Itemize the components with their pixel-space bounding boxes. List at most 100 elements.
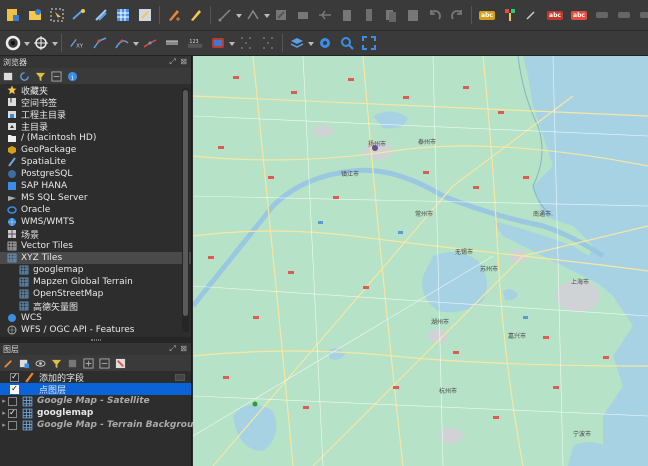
layer-row[interactable]: ✓ 添加的字段 [0, 371, 191, 384]
style-manager-icon[interactable] [2, 357, 15, 370]
georef-dropdown[interactable] [24, 34, 30, 52]
browser-item[interactable]: Mapzen Global Terrain [0, 276, 191, 288]
browser-item[interactable]: PostgreSQL [0, 168, 191, 180]
browser-item[interactable]: MS SQL Server [0, 192, 191, 204]
browser-scrollbar-thumb[interactable] [183, 90, 188, 316]
crosshair-icon[interactable] [32, 34, 50, 52]
copy-icon[interactable] [382, 6, 400, 24]
collapse-all-icon[interactable] [50, 70, 63, 83]
label-rotate-icon[interactable] [593, 6, 611, 24]
browser-item[interactable]: 工程主目录 [0, 108, 191, 121]
deselect-icon[interactable] [136, 6, 154, 24]
add-group-icon[interactable] [18, 357, 31, 370]
layer-row[interactable]: ▸ ✓ googlemap [0, 407, 191, 419]
layer-row[interactable]: ▸ Google Map - Terrain Background [0, 419, 206, 431]
layer-visibility-checkbox[interactable]: ✓ [8, 408, 17, 418]
delete-icon[interactable] [338, 6, 356, 24]
zoom-selection-icon[interactable] [92, 6, 110, 24]
fullscreen-icon[interactable] [360, 34, 378, 52]
browser-item[interactable]: OpenStreetMap [0, 288, 191, 300]
expand-arrow-icon[interactable]: ▸ [0, 395, 8, 407]
visibility-eye-icon[interactable] [34, 357, 47, 370]
info-icon[interactable]: i [66, 70, 79, 83]
curve-dropdown[interactable] [133, 34, 139, 52]
crosshair-dropdown[interactable] [52, 34, 58, 52]
label-pin-icon[interactable] [501, 6, 519, 24]
layer-row[interactable]: ▸ Google Map - Satellite [0, 395, 191, 407]
browser-item[interactable]: 主目录 [0, 120, 191, 133]
gear-icon[interactable] [316, 34, 334, 52]
grid-disabled-2-icon[interactable] [259, 34, 277, 52]
rotate-icon[interactable] [141, 34, 159, 52]
label-move-icon[interactable] [637, 6, 648, 24]
pan-to-selection-icon[interactable] [70, 6, 88, 24]
browser-item[interactable]: WFS / OGC API - Features [0, 324, 191, 336]
browser-item[interactable]: / (Macintosh HD) [0, 132, 191, 144]
filter-icon[interactable] [34, 70, 47, 83]
undo-icon[interactable] [426, 6, 444, 24]
node-tool-icon[interactable] [294, 6, 312, 24]
browser-item[interactable]: Vector Tiles [0, 240, 191, 252]
line-digitize-icon[interactable] [91, 34, 109, 52]
layers-dropdown[interactable] [308, 34, 314, 52]
browser-item[interactable]: Oracle [0, 204, 191, 216]
add-layer-icon[interactable] [2, 70, 15, 83]
move-feature-icon[interactable] [272, 6, 290, 24]
expand-arrow-icon[interactable] [0, 383, 8, 395]
map-canvas[interactable]: 泰州市 镇江市 常州市 无锡市 苏州市 上海市 南通市 湖州市 嘉兴市 杭州市 … [193, 56, 648, 466]
pencil-edit-icon[interactable] [187, 6, 205, 24]
vertex-dropdown[interactable] [264, 6, 270, 24]
point-feature-marker[interactable] [252, 401, 258, 407]
browser-item[interactable]: SAP HANA [0, 180, 191, 192]
browser-item[interactable]: WCS [0, 312, 191, 324]
redo-icon[interactable] [448, 6, 466, 24]
cut-icon[interactable] [360, 6, 378, 24]
toggle-edit-icon[interactable] [165, 6, 183, 24]
georef-icon[interactable] [4, 34, 22, 52]
layer-visibility-checkbox[interactable] [8, 396, 17, 406]
browser-item[interactable]: 场景 [0, 228, 191, 241]
layers-icon[interactable] [288, 34, 306, 52]
filter-legend-icon[interactable] [50, 357, 63, 370]
layer-styling-dropdown[interactable] [229, 34, 235, 52]
split-icon[interactable] [316, 6, 334, 24]
browser-item[interactable]: 空间书签 [0, 96, 191, 109]
table-select-icon[interactable] [114, 6, 132, 24]
collapse-all-layers-icon[interactable] [98, 357, 111, 370]
filter-expression-icon[interactable] [66, 357, 79, 370]
paste-icon[interactable] [404, 6, 422, 24]
browser-item[interactable]: 收藏夹 [0, 84, 191, 97]
digitize-dropdown[interactable] [236, 6, 242, 24]
label-arrow-icon[interactable] [523, 6, 541, 24]
select-features-icon[interactable] [48, 6, 66, 24]
layer-visibility-checkbox[interactable]: ✓ [10, 384, 19, 394]
digitize-icon[interactable] [216, 6, 234, 24]
layer-visibility-checkbox[interactable] [8, 420, 17, 430]
expand-arrow-icon[interactable] [0, 371, 8, 383]
browser-item[interactable]: XYZ Tiles [0, 252, 191, 264]
curve-icon[interactable] [113, 34, 131, 52]
open-project-icon[interactable] [26, 6, 44, 24]
expand-all-icon[interactable] [82, 357, 95, 370]
panel-controls[interactable]: ⤢ ⊠ [169, 57, 188, 67]
grid-disabled-icon[interactable] [237, 34, 255, 52]
raster-icon[interactable] [163, 34, 181, 52]
new-project-icon[interactable] [4, 6, 22, 24]
remove-layer-icon[interactable] [114, 357, 127, 370]
search-icon[interactable] [338, 34, 356, 52]
measure-icon[interactable]: 123 [185, 34, 205, 52]
layer-styling-icon[interactable] [209, 34, 227, 52]
expand-arrow-icon[interactable]: ▸ [0, 419, 8, 431]
vertex-tool-icon[interactable] [244, 6, 262, 24]
browser-item[interactable]: GeoPackage [0, 144, 191, 156]
browser-item[interactable]: WMS/WMTS [0, 216, 191, 228]
browser-item[interactable]: SpatiaLite [0, 156, 191, 168]
refresh-icon[interactable] [18, 70, 31, 83]
layer-row[interactable]: ✓ 点图层 [0, 383, 191, 396]
abc-label-icon[interactable]: abc [477, 6, 497, 24]
xy-icon[interactable]: XY [67, 34, 87, 52]
browser-item[interactable]: googlemap [0, 264, 191, 276]
label-change-icon[interactable] [615, 6, 633, 24]
panel-controls[interactable]: ⤢ ⊠ [169, 344, 188, 354]
browser-item[interactable]: 高德矢量图 [0, 300, 191, 313]
